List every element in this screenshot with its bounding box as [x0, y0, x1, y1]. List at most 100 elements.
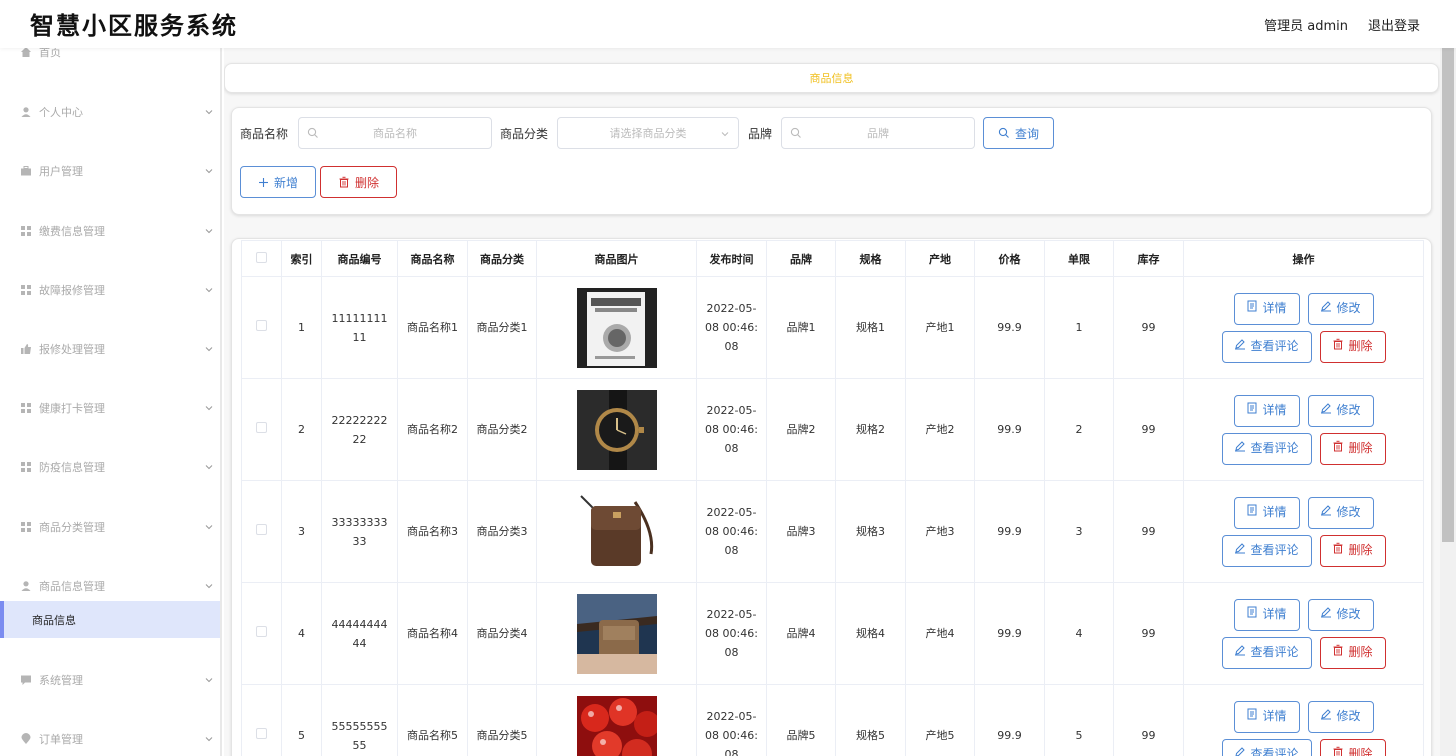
code-cell: 2222222222	[321, 378, 398, 481]
sidebar-item-6[interactable]: 报修处理管理	[0, 337, 220, 361]
edit-button[interactable]: 修改	[1307, 598, 1374, 631]
detail-button[interactable]: 详情	[1233, 394, 1300, 427]
detail-button[interactable]: 详情	[1233, 496, 1300, 529]
delete-label: 删除	[1348, 339, 1373, 353]
edit-button[interactable]: 修改	[1307, 700, 1374, 733]
delete-button[interactable]: 删除	[1319, 636, 1386, 669]
scrollbar-thumb[interactable]	[1442, 48, 1454, 542]
delete-label: 删除	[1348, 645, 1373, 659]
table-row: 1 1111111111 商品名称1 商品分类1 2022-05-08 00:46:08…	[241, 276, 1424, 379]
page-scrollbar[interactable]	[1440, 48, 1456, 756]
price-cell: 99.9	[974, 480, 1045, 583]
row-checkbox[interactable]	[256, 320, 267, 331]
category-placeholder: 请选择商品分类	[609, 127, 687, 140]
sidebar-item-label: 订单管理	[39, 733, 83, 746]
sidebar-item-label: 系统管理	[39, 674, 83, 687]
query-button[interactable]: 查询	[983, 117, 1054, 149]
index-cell: 4	[281, 582, 322, 685]
delete-label: 删除	[1348, 747, 1373, 756]
product-table-panel: 索引 商品编号 商品名称 商品分类 商品图片 发布时间 品牌 规格 产地 价格 单限 库存 操作 1 11…	[231, 238, 1432, 756]
column-header: 规格	[835, 240, 906, 277]
category-cell: 商品分类3	[467, 480, 537, 583]
sidebar-subitem-product-info[interactable]: 商品信息	[0, 601, 220, 638]
stock-cell: 99	[1113, 276, 1184, 379]
sidebar-item-11[interactable]: 系统管理	[0, 668, 220, 692]
delete-button[interactable]: 删除	[1319, 738, 1386, 756]
edit-icon	[1320, 707, 1332, 726]
edit-icon	[1320, 401, 1332, 420]
delete-button[interactable]: 删除	[1319, 534, 1386, 567]
view-comments-button[interactable]: 查看评论	[1221, 330, 1312, 363]
category-select[interactable]: 请选择商品分类	[557, 117, 739, 149]
product-image	[576, 287, 657, 368]
actions-cell: 详情 修改查看评论 删除	[1183, 582, 1424, 685]
sidebar-item-7[interactable]: 健康打卡管理	[0, 396, 220, 420]
product-image	[576, 593, 657, 674]
edit-button[interactable]: 修改	[1307, 394, 1374, 427]
trash-icon	[339, 176, 349, 188]
product-table: 索引 商品编号 商品名称 商品分类 商品图片 发布时间 品牌 规格 产地 价格 单限 库存 操作 1 11…	[241, 240, 1424, 756]
chevron-down-icon	[205, 169, 213, 174]
view-comments-button[interactable]: 查看评论	[1221, 738, 1312, 756]
row-select-cell	[241, 480, 282, 583]
delete-button[interactable]: 删除	[1319, 432, 1386, 465]
sidebar-item-10[interactable]: 商品信息管理	[0, 574, 220, 598]
view-comments-button[interactable]: 查看评论	[1221, 636, 1312, 669]
sidebar-item-label: 商品信息管理	[39, 580, 105, 593]
name-cell: 商品名称4	[397, 582, 468, 685]
chevron-down-icon	[205, 347, 213, 352]
detail-button[interactable]: 详情	[1233, 598, 1300, 631]
sidebar-item-1[interactable]: 首页	[0, 48, 220, 64]
price-cell: 99.9	[974, 378, 1045, 481]
category-cell: 商品分类2	[467, 378, 537, 481]
code-cell: 3333333333	[321, 480, 398, 583]
origin-cell: 产地1	[905, 276, 975, 379]
view-comments-button[interactable]: 查看评论	[1221, 534, 1312, 567]
sidebar-item-label: 用户管理	[39, 165, 83, 178]
spec-cell: 规格5	[835, 684, 906, 756]
product-image	[576, 695, 657, 756]
trash-icon	[1332, 541, 1344, 560]
sidebar-item-label: 故障报修管理	[39, 284, 105, 297]
sidebar-item-label: 报修处理管理	[39, 343, 105, 356]
row-checkbox[interactable]	[256, 728, 267, 739]
delete-button[interactable]: 删除	[1319, 330, 1386, 363]
sidebar-item-2[interactable]: 个人中心	[0, 100, 220, 124]
sidebar-item-12[interactable]: 订单管理	[0, 727, 220, 751]
sidebar-item-label: 个人中心	[39, 106, 83, 119]
top-bar: 智慧小区服务系统 管理员 admin 退出登录	[0, 0, 1456, 48]
column-header: 单限	[1044, 240, 1114, 277]
index-cell: 2	[281, 378, 322, 481]
view-comments-button[interactable]: 查看评论	[1221, 432, 1312, 465]
select-all-checkbox[interactable]	[256, 251, 267, 263]
sidebar-item-8[interactable]: 防疫信息管理	[0, 455, 220, 479]
sidebar-item-3[interactable]: 用户管理	[0, 159, 220, 183]
edit-button[interactable]: 修改	[1307, 292, 1374, 325]
edit-button[interactable]: 修改	[1307, 496, 1374, 529]
detail-button[interactable]: 详情	[1233, 700, 1300, 733]
chevron-down-icon	[205, 110, 213, 115]
add-label: 新增	[273, 175, 298, 190]
code-cell: 1111111111	[321, 276, 398, 379]
row-checkbox[interactable]	[256, 422, 267, 433]
batch-delete-button[interactable]: 删除	[320, 166, 397, 198]
grid-icon	[20, 461, 32, 473]
logout-link[interactable]: 退出登录	[1368, 15, 1420, 34]
sidebar-item-4[interactable]: 缴费信息管理	[0, 219, 220, 243]
sidebar-item-5[interactable]: 故障报修管理	[0, 278, 220, 302]
trash-icon	[1332, 337, 1344, 356]
row-checkbox[interactable]	[256, 524, 267, 535]
sidebar-item-9[interactable]: 商品分类管理	[0, 515, 220, 539]
image-cell	[536, 582, 697, 685]
batch-delete-label: 删除	[354, 175, 379, 190]
delete-label: 删除	[1348, 441, 1373, 455]
detail-button[interactable]: 详情	[1233, 292, 1300, 325]
brand-placeholder: 品牌	[867, 127, 889, 140]
row-checkbox[interactable]	[256, 626, 267, 637]
name-search-input[interactable]: 商品名称	[298, 117, 492, 149]
add-button[interactable]: 新增	[240, 166, 316, 198]
detail-label: 详情	[1262, 607, 1287, 621]
row-select-cell	[241, 276, 282, 379]
brand-search-input[interactable]: 品牌	[781, 117, 975, 149]
limit-cell: 5	[1044, 684, 1114, 756]
